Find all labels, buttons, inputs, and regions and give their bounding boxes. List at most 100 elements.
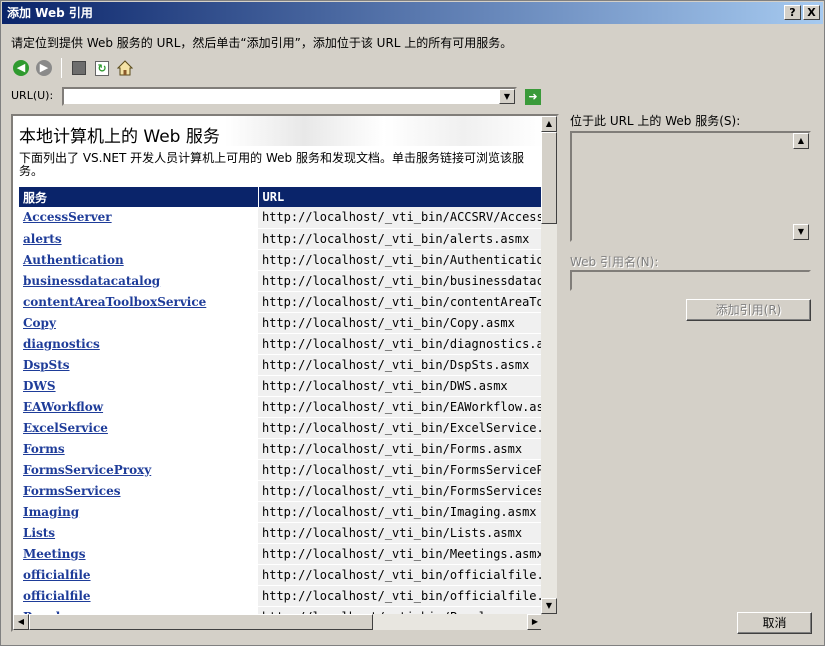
- service-link[interactable]: diagnostics: [23, 337, 100, 351]
- forward-icon[interactable]: ▶: [34, 58, 54, 78]
- add-reference-button[interactable]: 添加引用(R): [686, 299, 811, 321]
- service-url: http://localhost/_vti_bin/Lists.asmx: [258, 522, 543, 544]
- chevron-down-icon[interactable]: ▼: [499, 89, 515, 104]
- table-row: Meetings http://localhost/_vti_bin/Meetin…: [19, 543, 543, 565]
- service-cell: businessdatacatalog: [19, 270, 258, 292]
- service-link[interactable]: ExcelService: [23, 421, 108, 435]
- table-row: Lists http://localhost/_vti_bin/Lists.asm…: [19, 522, 543, 544]
- service-link[interactable]: alerts: [23, 232, 62, 246]
- service-link[interactable]: FormsServiceProxy: [23, 463, 151, 477]
- title-bar: 添加 Web 引用 ? X: [2, 2, 823, 24]
- service-cell: Imaging: [19, 501, 258, 523]
- table-row: FormsServiceProxy http://localhost/_vti_b…: [19, 459, 543, 481]
- browser-content: 本地计算机上的 Web 服务 下面列出了 VS.NET 开发人员计算机上可用的 …: [13, 116, 543, 614]
- scroll-left-icon[interactable]: ◀: [13, 614, 29, 630]
- service-link[interactable]: EAWorkflow: [23, 400, 103, 414]
- cancel-button[interactable]: 取消: [737, 612, 812, 634]
- service-url: http://localhost/_vti_bin/Copy.asmx: [258, 312, 543, 334]
- service-url: http://localhost/_vti_bin/officialfile.w: [258, 585, 543, 607]
- services-at-url-list[interactable]: ▲ ▼: [570, 131, 811, 242]
- service-cell: People: [19, 606, 258, 614]
- toolbar-separator: [61, 58, 62, 78]
- service-cell: Forms: [19, 438, 258, 460]
- list-scroll-up-icon[interactable]: ▲: [793, 133, 809, 149]
- table-row: businessdatacatalog http://localhost/_vti…: [19, 270, 543, 292]
- back-icon[interactable]: ◀: [11, 58, 31, 78]
- table-row: Forms http://localhost/_vti_bin/Forms.asm…: [19, 438, 543, 460]
- table-row: alerts http://localhost/_vti_bin/alerts.a…: [19, 228, 543, 250]
- service-link[interactable]: FormsServices: [23, 484, 121, 498]
- service-link[interactable]: businessdatacatalog: [23, 274, 160, 288]
- instruction-text: 请定位到提供 Web 服务的 URL，然后单击“添加引用”，添加位于该 URL …: [11, 36, 513, 50]
- home-icon[interactable]: [115, 58, 135, 78]
- service-url: http://localhost/_vti_bin/ExcelService.a: [258, 417, 543, 439]
- service-cell: diagnostics: [19, 333, 258, 355]
- service-cell: Copy: [19, 312, 258, 334]
- stop-icon[interactable]: [69, 58, 89, 78]
- page-description: 下面列出了 VS.NET 开发人员计算机上可用的 Web 服务和发现文档。单击服…: [19, 151, 524, 178]
- service-cell: FormsServiceProxy: [19, 459, 258, 481]
- service-url: http://localhost/_vti_bin/FormsServicePr: [258, 459, 543, 481]
- browser-vertical-scrollbar[interactable]: ▲ ▼: [541, 116, 557, 614]
- close-button[interactable]: X: [803, 5, 820, 20]
- scroll-down-icon[interactable]: ▼: [541, 598, 557, 614]
- url-input[interactable]: [64, 89, 499, 104]
- refresh-icon[interactable]: ↻: [92, 58, 112, 78]
- service-url: http://localhost/_vti_bin/People.asmx: [258, 606, 543, 614]
- service-url: http://localhost/_vti_bin/EAWorkflow.asm…: [258, 396, 543, 418]
- list-scroll-down-icon[interactable]: ▼: [793, 224, 809, 240]
- service-link[interactable]: contentAreaToolboxService: [23, 295, 206, 309]
- service-link[interactable]: DspSts: [23, 358, 70, 372]
- help-button[interactable]: ?: [784, 5, 801, 20]
- service-link[interactable]: Imaging: [23, 505, 79, 519]
- table-row: DspSts http://localhost/_vti_bin/DspSts.a…: [19, 354, 543, 376]
- service-cell: Lists: [19, 522, 258, 544]
- service-link[interactable]: officialfile: [23, 589, 91, 603]
- service-url: http://localhost/_vti_bin/Forms.asmx: [258, 438, 543, 460]
- reference-name-label: Web 引用名(N):: [570, 255, 659, 269]
- browser-toolbar: ◀ ▶ ↻: [11, 56, 135, 80]
- table-row: AccessServer http://localhost/_vti_bin/AC…: [19, 207, 543, 229]
- table-row: contentAreaToolboxService http://localhos…: [19, 291, 543, 313]
- page-heading: 本地计算机上的 Web 服务: [19, 127, 220, 147]
- service-url: http://localhost/_vti_bin/Imaging.asmx: [258, 501, 543, 523]
- service-link[interactable]: Meetings: [23, 547, 86, 561]
- table-row: ExcelService http://localhost/_vti_bin/Ex…: [19, 417, 543, 439]
- service-url: http://localhost/_vti_bin/businessdataca: [258, 270, 543, 292]
- reference-name-field[interactable]: [570, 270, 811, 291]
- add-web-reference-dialog: 添加 Web 引用 ? X 请定位到提供 Web 服务的 URL，然后单击“添加…: [0, 0, 825, 646]
- hscrollbar-thumb[interactable]: [29, 614, 373, 630]
- service-cell: EAWorkflow: [19, 396, 258, 418]
- service-link[interactable]: Lists: [23, 526, 55, 540]
- table-row: DWS http://localhost/_vti_bin/DWS.asmx: [19, 375, 543, 397]
- services-at-url-label: 位于此 URL 上的 Web 服务(S):: [570, 114, 741, 128]
- table-row: officialfile http://localhost/_vti_bin/of…: [19, 585, 543, 607]
- service-url: http://localhost/_vti_bin/DspSts.asmx: [258, 354, 543, 376]
- table-row: Imaging http://localhost/_vti_bin/Imaging…: [19, 501, 543, 523]
- service-cell: Meetings: [19, 543, 258, 565]
- service-link[interactable]: AccessServer: [23, 210, 112, 224]
- service-url: http://localhost/_vti_bin/diagnostics.as: [258, 333, 543, 355]
- service-cell: ExcelService: [19, 417, 258, 439]
- url-label: URL(U):: [11, 89, 54, 102]
- service-link[interactable]: Authentication: [23, 253, 124, 267]
- window-title: 添加 Web 引用: [7, 6, 93, 20]
- service-url: http://localhost/_vti_bin/Authentication: [258, 249, 543, 271]
- scroll-up-icon[interactable]: ▲: [541, 116, 557, 132]
- url-combobox[interactable]: ▼: [62, 87, 517, 106]
- table-row: Authentication http://localhost/_vti_bin/…: [19, 249, 543, 271]
- service-link[interactable]: DWS: [23, 379, 56, 393]
- service-link[interactable]: Forms: [23, 442, 65, 456]
- browser-horizontal-scrollbar[interactable]: ◀ ▶: [13, 614, 543, 630]
- service-url: http://localhost/_vti_bin/officialfile.a: [258, 564, 543, 586]
- service-link[interactable]: officialfile: [23, 568, 91, 582]
- service-cell: AccessServer: [19, 207, 258, 229]
- column-header-service: 服务: [19, 187, 259, 207]
- go-arrow-icon[interactable]: ➜: [525, 89, 541, 105]
- service-url: http://localhost/_vti_bin/ACCSRV/AccessS: [258, 207, 543, 229]
- table-row: FormsServices http://localhost/_vti_bin/F…: [19, 480, 543, 502]
- service-url: http://localhost/_vti_bin/DWS.asmx: [258, 375, 543, 397]
- service-link[interactable]: Copy: [23, 316, 56, 330]
- scrollbar-thumb[interactable]: [541, 132, 557, 224]
- service-url: http://localhost/_vti_bin/contentAreaToo: [258, 291, 543, 313]
